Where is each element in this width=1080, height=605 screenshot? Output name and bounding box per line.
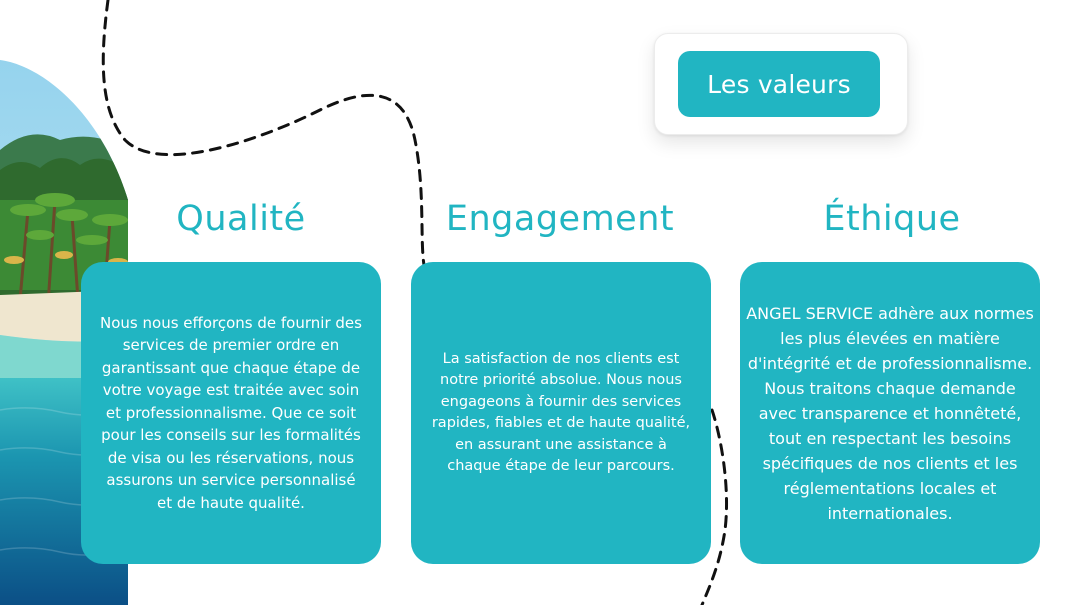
value-card-qualite: Nous nous efforçons de fournir des servi… [81, 262, 381, 564]
values-heading-badge: Les valeurs [678, 51, 880, 117]
value-card-engagement: La satisfaction de nos clients est notre… [411, 262, 711, 564]
value-card-text: Nous nous efforçons de fournir des servi… [100, 313, 362, 512]
value-card-ethique: ANGEL SERVICE adhère aux normes les plus… [740, 262, 1040, 564]
values-heading-label: Les valeurs [707, 69, 851, 99]
column-title-qualite: Qualité [176, 199, 306, 239]
value-card-text: La satisfaction de nos clients est notre… [431, 350, 691, 475]
column-title-engagement: Engagement [445, 199, 675, 239]
value-card-text: ANGEL SERVICE adhère aux normes les plus… [746, 303, 1034, 523]
column-title-ethique: Éthique [823, 199, 961, 239]
